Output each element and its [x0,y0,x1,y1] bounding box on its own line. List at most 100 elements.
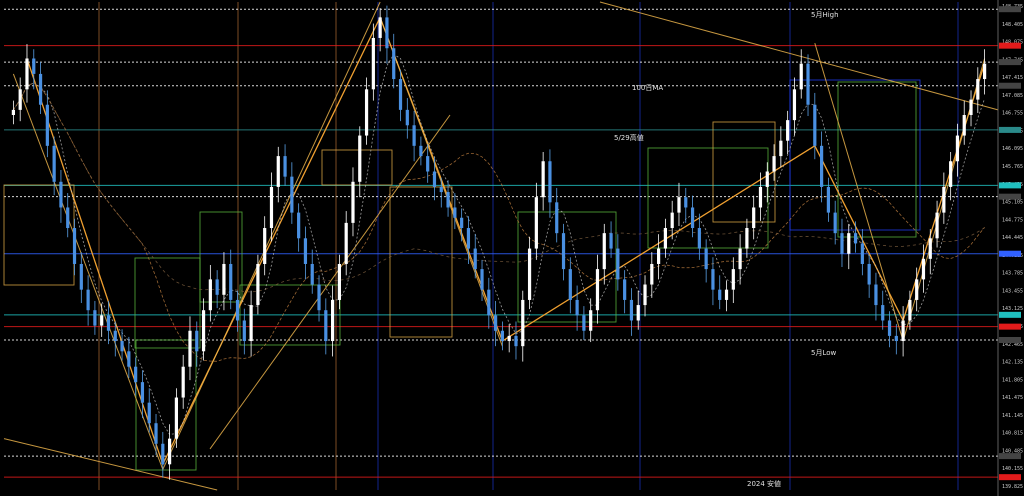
candle-body [59,181,63,208]
candle-body [772,156,776,172]
candle-body [446,192,450,208]
candle-body [432,171,437,187]
candle-body [874,284,878,306]
candle-body [697,228,701,249]
candle-body [657,248,661,264]
candle-body [364,89,369,136]
candle-body [636,305,640,321]
candle-body [840,233,844,254]
candle-body [310,263,314,285]
candle-body [460,217,464,229]
candle-body [297,212,301,239]
candle-body [541,161,545,198]
candle-body [276,156,280,187]
candle-body [847,233,851,254]
candle-body [168,438,172,465]
candle-body [385,17,389,49]
candle-body [955,135,960,162]
candle-body [466,228,471,249]
candle-body [494,315,498,331]
candle-body [147,402,151,424]
chart-background [0,0,1024,496]
price-tick-label: 147.415 [1002,75,1023,81]
may-high-label: 5月High [811,11,839,19]
candle-body [324,310,328,342]
candle-body [11,109,15,116]
candle-body [711,269,715,290]
candle-body [643,284,647,306]
candle-body [731,269,735,290]
candle-body [650,263,654,285]
price-tick-label: 141.145 [1002,413,1023,419]
candle-body [738,248,742,270]
candle-body [242,320,246,342]
candle-body [331,299,335,342]
candle-body [623,279,627,300]
price-tick-label: 139.825 [1002,484,1023,490]
candle-body [589,310,593,331]
candle-body [317,284,321,311]
price-tick-label: 147.085 [1002,93,1023,99]
candle-body [758,186,763,208]
candle-body [45,104,49,146]
candle-body [134,366,138,383]
candle-body [480,269,484,290]
candle-body [263,228,267,264]
candlestick-chart: 148.735148.405148.075147.745147.415147.0… [0,0,1024,496]
candle-body [215,279,219,295]
candle-body [72,228,77,264]
candle-body [222,263,226,295]
price-tick-label: 144.445 [1002,235,1023,241]
candle-body [113,330,117,342]
candle-body [500,330,504,342]
candle-body [962,115,966,136]
candle-body [66,207,70,229]
candle-body [344,222,348,264]
candle-body [100,315,104,326]
price-tag [999,193,1021,200]
candle-body [18,89,22,110]
price-tick-label: 145.765 [1002,164,1023,170]
candle-body [745,228,749,249]
price-tag [999,182,1021,189]
candle-body [969,99,973,116]
candle-body [371,37,375,90]
candle-body [670,212,674,229]
candle-body [487,289,491,316]
candle-body [439,186,443,193]
candle-body [629,299,634,321]
candle-body [79,263,83,290]
may-low-label: 5月Low [811,349,837,357]
candle-body [127,351,131,367]
candle-body [181,366,185,398]
candle-body [813,104,817,146]
candle-body [38,73,43,105]
candle-body [555,202,559,234]
candle-body [208,279,212,311]
ma100-label: 100日MA [632,84,663,92]
candle-body [684,197,688,208]
candle-body [269,186,274,229]
candle-body [283,156,287,177]
candle-body [779,140,783,157]
candle-body [52,145,56,182]
price-tag [999,453,1021,460]
price-tick-label: 143.125 [1002,306,1023,312]
price-tick-label: 146.095 [1002,146,1023,152]
candle-body [378,17,382,38]
candle-body [976,79,980,100]
candle-body [392,48,396,80]
candle-body [154,423,158,444]
candle-body [514,335,518,347]
price-tag [999,474,1021,481]
candle-body [792,89,797,121]
candle-body [942,186,946,213]
candle-body [426,156,430,172]
price-tick-label: 140.155 [1002,466,1023,472]
price-tag [999,337,1021,344]
candle-body [93,310,97,326]
candle-body [303,238,308,264]
candle-body [201,310,206,352]
candle-body [853,233,858,244]
candle-body [419,145,423,157]
